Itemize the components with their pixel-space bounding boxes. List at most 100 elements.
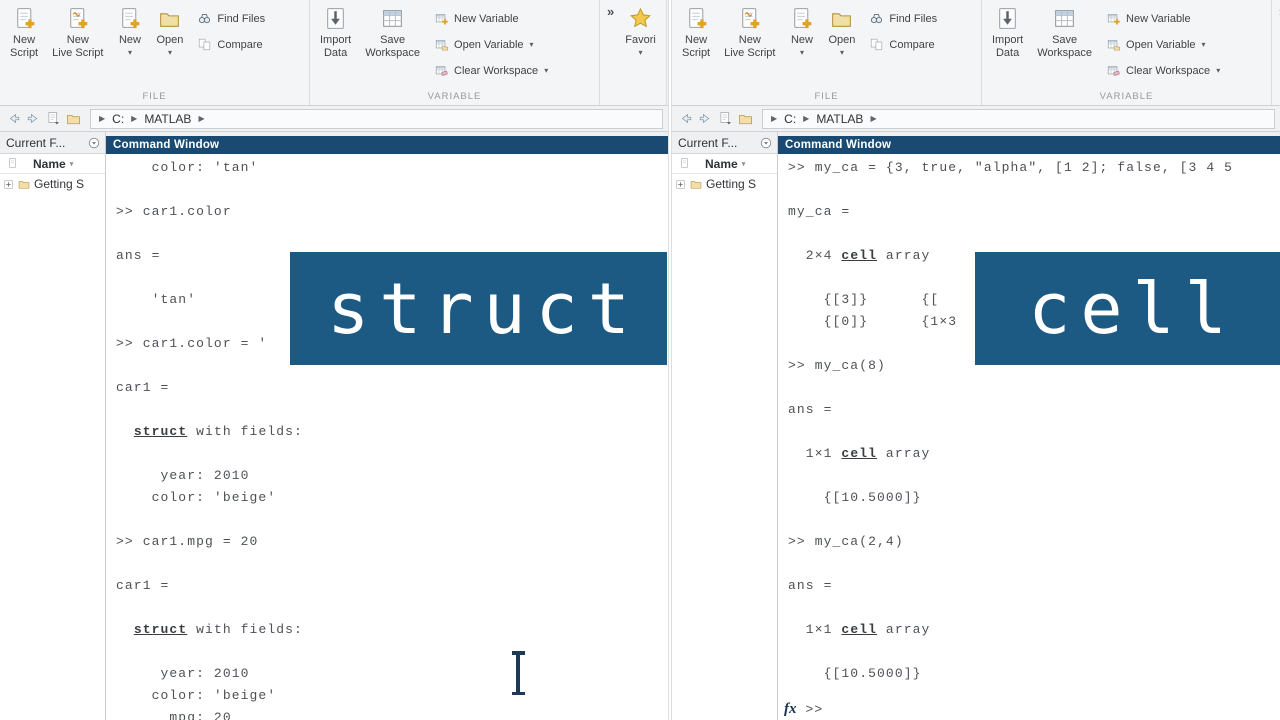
new-live-script-button[interactable]: New Live Script [46, 3, 109, 60]
dropdown-arrow-icon: ▾ [1216, 66, 1220, 75]
ribbon-overflow-chevron[interactable]: » [1276, 3, 1280, 20]
breadcrumb-drive[interactable]: C: [112, 112, 124, 126]
recent-docs-icon[interactable] [45, 110, 62, 127]
address-path[interactable]: ▶ C: ▶ MATLAB ▶ [762, 109, 1275, 129]
dual-matlab-screenshot: New ScriptNew Live ScriptNew▾Open▾Find F… [0, 0, 1280, 720]
back-icon[interactable] [5, 110, 22, 127]
console-line [788, 641, 1280, 663]
console-line: >> car1.color [116, 201, 668, 223]
fx-button[interactable]: fx [784, 701, 797, 718]
command-window-title[interactable]: Command Window [778, 136, 1280, 154]
new-variable-button[interactable]: New Variable [1106, 11, 1220, 26]
button-label: Find Files [217, 13, 265, 25]
button-label: Clear Workspace [454, 65, 538, 77]
button-label: Compare [889, 39, 934, 51]
button-label: Save Workspace [365, 34, 420, 60]
button-label: Clear Workspace [1126, 65, 1210, 77]
struct-banner-label: struct [317, 268, 640, 350]
folder-item-label: Getting S [706, 177, 756, 191]
back-icon[interactable] [677, 110, 694, 127]
new-variable-button[interactable]: New Variable [434, 11, 548, 26]
browse-folder-icon[interactable] [737, 110, 754, 127]
console-line: color: 'beige' [116, 685, 668, 707]
new-live-script-button[interactable]: New Live Script [718, 3, 781, 60]
address-bar: ▶ C: ▶ MATLAB ▶ [0, 106, 668, 132]
console-line [116, 641, 668, 663]
save-workspace-button[interactable]: Save Workspace [359, 3, 426, 60]
new-button[interactable]: New▾ [783, 3, 820, 58]
new-variable-icon [434, 11, 449, 26]
import-data-button[interactable]: Import Data [314, 3, 357, 60]
folder-item-label: Getting S [34, 177, 84, 191]
console-line: >> car1.mpg = 20 [116, 531, 668, 553]
console-line [788, 223, 1280, 245]
recent-docs-icon[interactable] [717, 110, 734, 127]
expand-icon[interactable] [675, 179, 686, 190]
address-nav-icons [677, 110, 754, 127]
folder-icon [689, 177, 703, 191]
ribbon-section-label: VARIABLE [310, 90, 599, 105]
ribbon-overflow-chevron[interactable]: » [604, 3, 617, 20]
command-window-body[interactable]: >> my_ca = {3, true, "alpha", [1 2]; fal… [778, 154, 1280, 720]
dropdown-arrow-icon: ▾ [1202, 40, 1206, 49]
save-workspace-button[interactable]: Save Workspace [1031, 3, 1098, 60]
button-label: Save Workspace [1037, 34, 1092, 60]
find-files-button[interactable]: Find Files [197, 11, 265, 26]
console-line: >> my_ca(2,4) [788, 531, 1280, 553]
open-button[interactable]: Open▾ [822, 3, 861, 58]
button-label: New Live Script [52, 34, 103, 60]
forward-icon[interactable] [25, 110, 42, 127]
open-variable-button[interactable]: Open Variable▾ [434, 37, 548, 52]
panel-menu-icon[interactable] [759, 136, 773, 150]
sort-arrow-icon: ▾ [70, 160, 74, 168]
compare-button[interactable]: Compare [869, 37, 937, 52]
find-files-button[interactable]: Find Files [869, 11, 937, 26]
breadcrumb-folder[interactable]: MATLAB [816, 112, 863, 126]
ribbon-section-label: VARIABLE [982, 90, 1271, 105]
new-button[interactable]: New▾ [111, 3, 148, 58]
clear-workspace-button[interactable]: Clear Workspace ▾ [1106, 63, 1220, 78]
address-path[interactable]: ▶ C: ▶ MATLAB ▶ [90, 109, 663, 129]
console-line [116, 509, 668, 531]
name-column-header[interactable]: Name ▾ [0, 154, 105, 174]
console-line: >> my_ca = {3, true, "alpha", [1 2]; fal… [788, 157, 1280, 179]
breadcrumb-folder[interactable]: MATLAB [144, 112, 191, 126]
console-line: year: 2010 [116, 465, 668, 487]
file-icon [6, 157, 19, 170]
forward-icon[interactable] [697, 110, 714, 127]
dropdown-arrow-icon: ▾ [128, 48, 132, 58]
console-line [116, 179, 668, 201]
console-line: year: 2010 [116, 663, 668, 685]
command-window-body[interactable]: color: 'tan' >> car1.color ans = 'tan' >… [106, 154, 668, 720]
import-data-button[interactable]: Import Data [986, 3, 1029, 60]
breadcrumb-drive[interactable]: C: [784, 112, 796, 126]
cell-banner: cell [975, 252, 1280, 365]
open-variable-button[interactable]: Open Variable▾ [1106, 37, 1220, 52]
folder-item-getting-started[interactable]: Getting S [0, 174, 105, 194]
button-label: New [791, 34, 813, 47]
open-button[interactable]: Open▾ [150, 3, 189, 58]
command-window-title[interactable]: Command Window [106, 136, 668, 154]
console-line: color: 'beige' [116, 487, 668, 509]
new-script-button[interactable]: New Script [676, 3, 716, 60]
compare-button[interactable]: Compare [197, 37, 265, 52]
prompt-row: fx >> [784, 701, 823, 718]
console-line: color: 'tan' [116, 157, 668, 179]
expand-icon[interactable] [3, 179, 14, 190]
current-folder-title: Current F... [678, 136, 737, 150]
text-cursor-icon [508, 650, 528, 696]
new-script-button[interactable]: New Script [4, 3, 44, 60]
struct-banner: struct [290, 252, 667, 365]
console-line [116, 597, 668, 619]
button-label: New Variable [1126, 13, 1191, 25]
clear-workspace-button[interactable]: Clear Workspace▾ [434, 63, 548, 78]
console-line [788, 421, 1280, 443]
ribbon-group: »Favori▾ [600, 0, 667, 105]
panel-menu-icon[interactable] [87, 136, 101, 150]
ribbon-section-label: FILE [672, 90, 981, 105]
address-bar: ▶ C: ▶ MATLAB ▶ [672, 106, 1280, 132]
name-column-header[interactable]: Name ▾ [672, 154, 777, 174]
favori-button[interactable]: Favori▾ [619, 3, 662, 58]
browse-folder-icon[interactable] [65, 110, 82, 127]
folder-item-getting-started[interactable]: Getting S [672, 174, 777, 194]
